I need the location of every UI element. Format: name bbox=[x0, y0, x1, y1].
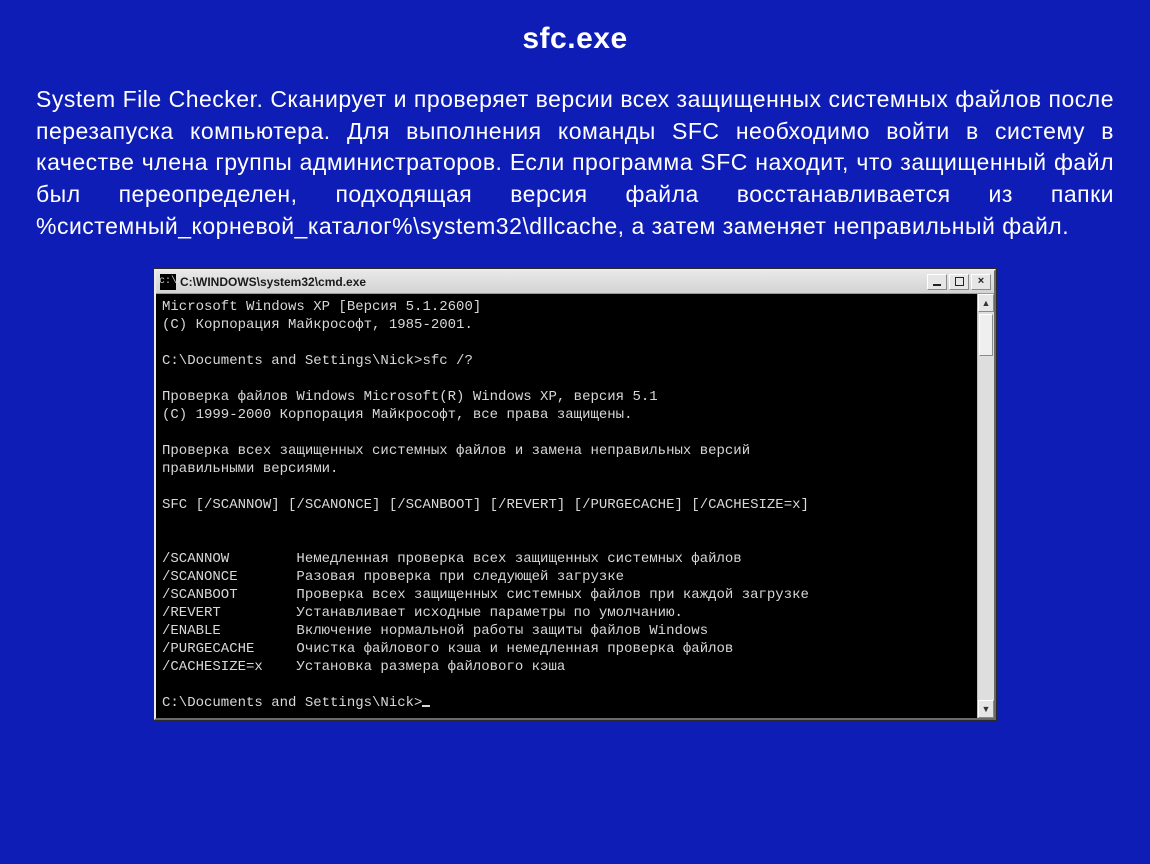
console-line: Microsoft Windows XP [Версия 5.1.2600] bbox=[162, 299, 481, 315]
console-line: /REVERT Устанавливает исходные параметры… bbox=[162, 605, 683, 621]
console-line: /SCANONCE Разовая проверка при следующей… bbox=[162, 569, 624, 585]
slide-body: System File Checker. Сканирует и проверя… bbox=[36, 84, 1114, 243]
scroll-down-button[interactable]: ▼ bbox=[978, 700, 994, 718]
close-button[interactable]: × bbox=[971, 274, 991, 290]
window-title: C:\WINDOWS\system32\cmd.exe bbox=[180, 275, 366, 289]
minimize-button[interactable] bbox=[927, 274, 947, 290]
scroll-up-button[interactable]: ▲ bbox=[978, 294, 994, 312]
console-line: /SCANNOW Немедленная проверка всех защищ… bbox=[162, 551, 742, 567]
window-titlebar[interactable]: c:\ C:\WINDOWS\system32\cmd.exe × bbox=[156, 271, 994, 294]
console-line: Проверка всех защищенных системных файло… bbox=[162, 443, 750, 459]
console-line: /SCANBOOT Проверка всех защищенных систе… bbox=[162, 587, 809, 603]
cursor bbox=[422, 705, 430, 707]
console-inner: Microsoft Windows XP [Версия 5.1.2600] (… bbox=[156, 294, 994, 718]
console-line: правильными версиями. bbox=[162, 461, 338, 477]
vertical-scrollbar[interactable]: ▲ ▼ bbox=[977, 294, 994, 718]
console-line: C:\Documents and Settings\Nick>sfc /? bbox=[162, 353, 473, 369]
console-line: (С) 1999-2000 Корпорация Майкрософт, все… bbox=[162, 407, 632, 423]
console-line: SFC [/SCANNOW] [/SCANONCE] [/SCANBOOT] [… bbox=[162, 497, 809, 513]
slide: sfc.exe System File Checker. Сканирует и… bbox=[0, 0, 1150, 864]
console-line: Проверка файлов Windows Microsoft(R) Win… bbox=[162, 389, 658, 405]
console-line: (С) Корпорация Майкрософт, 1985-2001. bbox=[162, 317, 473, 333]
console-output[interactable]: Microsoft Windows XP [Версия 5.1.2600] (… bbox=[156, 294, 977, 718]
cmd-icon: c:\ bbox=[160, 274, 176, 290]
console-line: C:\Documents and Settings\Nick> bbox=[162, 695, 422, 711]
console-line: /CACHESIZE=x Установка размера файлового… bbox=[162, 659, 565, 675]
console-wrapper: c:\ C:\WINDOWS\system32\cmd.exe × Micros… bbox=[36, 269, 1114, 720]
console-window: c:\ C:\WINDOWS\system32\cmd.exe × Micros… bbox=[154, 269, 996, 720]
maximize-button[interactable] bbox=[949, 274, 969, 290]
console-line: /PURGECACHE Очистка файлового кэша и нем… bbox=[162, 641, 733, 657]
slide-title: sfc.exe bbox=[36, 22, 1114, 56]
scroll-track[interactable] bbox=[978, 312, 994, 700]
console-line: /ENABLE Включение нормальной работы защи… bbox=[162, 623, 708, 639]
scroll-thumb[interactable] bbox=[979, 314, 993, 356]
